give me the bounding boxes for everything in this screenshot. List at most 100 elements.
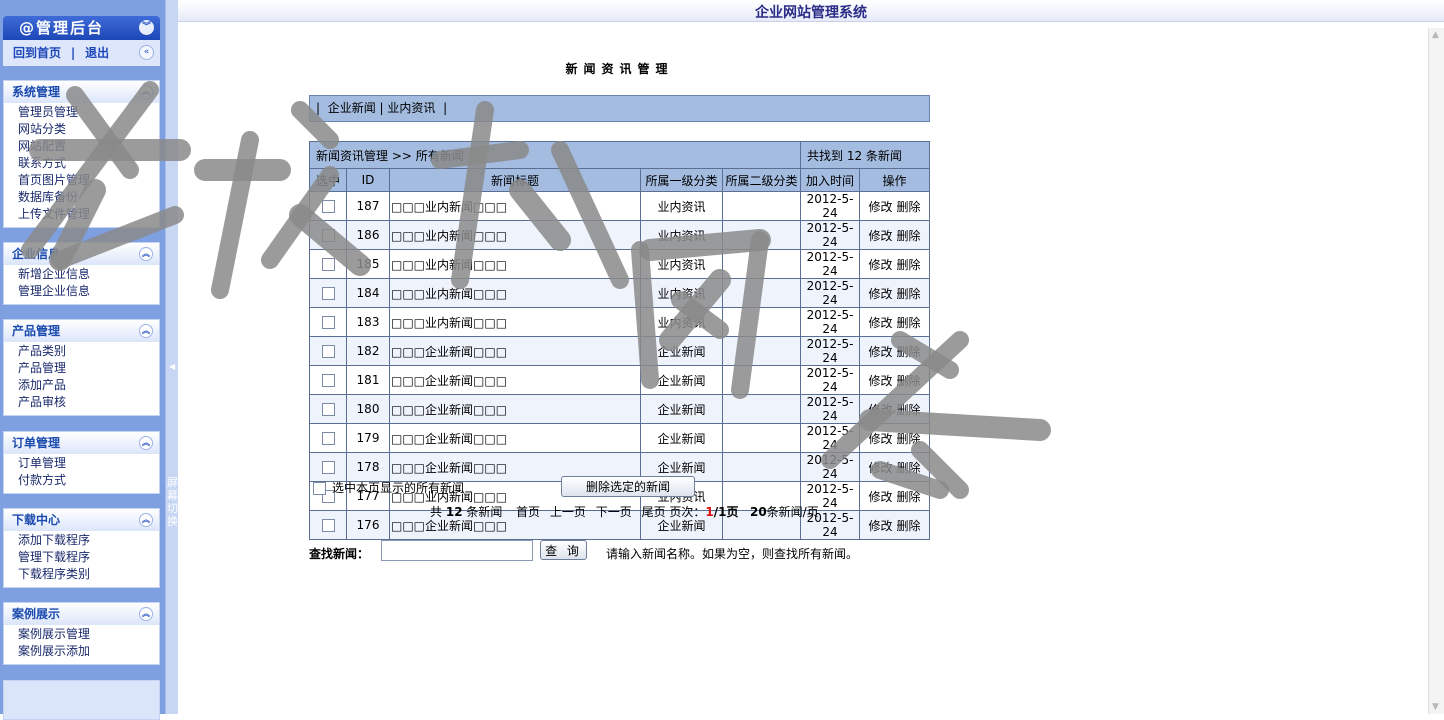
double-chevron-up-icon[interactable]: ︽ [139, 324, 153, 338]
row-checkbox[interactable] [321, 258, 335, 271]
double-chevron-up-icon[interactable]: ︽ [139, 436, 153, 450]
delete-link[interactable]: 删除 [897, 287, 921, 301]
delete-link[interactable]: 删除 [897, 519, 921, 533]
row-checkbox[interactable] [321, 229, 335, 242]
edit-link[interactable]: 修改 [868, 287, 892, 301]
vertical-scrollbar[interactable]: ▲ ▼ [1428, 28, 1444, 714]
edit-link[interactable]: 修改 [868, 403, 892, 417]
search-button[interactable]: 查 询 [540, 540, 587, 560]
home-link[interactable]: 回到首页 [13, 46, 61, 60]
sidebar-item[interactable]: 添加下载程序 [18, 532, 159, 549]
pager-next[interactable]: 下一页 [596, 505, 632, 519]
row-checkbox[interactable] [321, 403, 335, 416]
row-checkbox[interactable] [321, 200, 335, 213]
sidebar-item[interactable]: 案例展示管理 [18, 626, 159, 643]
search-input[interactable] [381, 540, 533, 561]
delete-link[interactable]: 删除 [897, 258, 921, 272]
delete-link[interactable]: 删除 [897, 200, 921, 214]
triangle-left-icon[interactable]: ◀ [169, 362, 175, 371]
edit-link[interactable]: 修改 [868, 345, 892, 359]
row-checkbox[interactable] [321, 461, 335, 474]
row-title[interactable]: □□□业内新闻□□□ [389, 220, 641, 250]
category-link-industry-news[interactable]: 业内资讯 [387, 101, 435, 115]
sidebar-item[interactable]: 首页图片管理 [18, 172, 159, 189]
row-title[interactable]: □□□企业新闻□□□ [389, 365, 641, 395]
row-checkbox[interactable] [321, 287, 335, 300]
row-checkbox[interactable] [321, 316, 335, 329]
delete-link[interactable]: 删除 [897, 403, 921, 417]
row-checkbox[interactable] [321, 432, 335, 445]
sidebar-item[interactable]: 数据库备份 [18, 189, 159, 206]
row-actions: 修改 删除 [859, 220, 930, 250]
edit-link[interactable]: 修改 [868, 316, 892, 330]
category-link-enterprise-news[interactable]: 企业新闻 [328, 101, 376, 115]
edit-link[interactable]: 修改 [868, 519, 892, 533]
edit-link[interactable]: 修改 [868, 374, 892, 388]
sidebar-menu: 企业信息 ︽ 新增企业信息 管理企业信息 [3, 242, 160, 305]
sidebar-menu: 产品管理 ︽ 产品类别 产品管理 添加产品 产品审核 [3, 319, 160, 416]
sidebar-item[interactable]: 案例展示添加 [18, 643, 159, 660]
delete-link[interactable]: 删除 [897, 229, 921, 243]
delete-selected-button[interactable]: 删除选定的新闻 [561, 476, 695, 497]
sidebar-item[interactable]: 订单管理 [18, 455, 159, 472]
delete-link[interactable]: 删除 [897, 461, 921, 475]
sidebar-menu-items: 产品类别 产品管理 添加产品 产品审核 [4, 342, 159, 415]
pager-prev[interactable]: 上一页 [550, 505, 586, 519]
sidebar-menu-header[interactable]: 企业信息 ︽ [4, 243, 159, 265]
sidebar-item[interactable]: 产品类别 [18, 343, 159, 360]
sidebar-item[interactable]: 联系方式 [18, 155, 159, 172]
double-chevron-left-icon[interactable]: « [139, 45, 154, 60]
delete-link[interactable]: 删除 [897, 432, 921, 446]
double-chevron-up-icon[interactable]: ︽ [139, 513, 153, 527]
sidebar-item[interactable]: 管理企业信息 [18, 283, 159, 300]
double-chevron-up-icon[interactable]: ︽ [139, 607, 153, 621]
delete-link[interactable]: 删除 [897, 316, 921, 330]
row-title[interactable]: □□□业内新闻□□□ [389, 249, 641, 279]
sidebar-menu-header[interactable]: 产品管理 ︽ [4, 320, 159, 342]
row-title[interactable]: □□□业内新闻□□□ [389, 191, 641, 221]
row-checkbox[interactable] [321, 374, 335, 387]
sidebar-menu-header[interactable]: 下载中心 ︽ [4, 509, 159, 531]
edit-link[interactable]: 修改 [868, 461, 892, 475]
row-checkbox[interactable] [321, 519, 335, 532]
row-title[interactable]: □□□企业新闻□□□ [389, 423, 641, 453]
sidebar-item[interactable]: 上传文件管理 [18, 206, 159, 223]
row-title[interactable]: □□□业内新闻□□□ [389, 307, 641, 337]
sidebar-item[interactable]: 产品审核 [18, 394, 159, 411]
screen-switch[interactable]: 屏幕切换 [167, 476, 178, 528]
row-title[interactable]: □□□企业新闻□□□ [389, 394, 641, 424]
row-title[interactable]: □□□业内新闻□□□ [389, 278, 641, 308]
edit-link[interactable]: 修改 [868, 200, 892, 214]
sidebar-menu-header[interactable]: 案例展示 ︽ [4, 603, 159, 625]
delete-link[interactable]: 删除 [897, 345, 921, 359]
row-title[interactable]: □□□企业新闻□□□ [389, 336, 641, 366]
sidebar-item[interactable]: 网站配置 [18, 138, 159, 155]
sidebar-item[interactable]: 管理员管理 [18, 104, 159, 121]
scroll-down-icon[interactable]: ▼ [1432, 702, 1439, 712]
edit-link[interactable]: 修改 [868, 229, 892, 243]
edit-link[interactable]: 修改 [868, 432, 892, 446]
pager-first[interactable]: 首页 [516, 505, 540, 519]
sidebar-item[interactable]: 产品管理 [18, 360, 159, 377]
select-all-checkbox[interactable] [313, 482, 326, 495]
scroll-up-icon[interactable]: ▲ [1432, 30, 1439, 40]
row-checkbox[interactable] [321, 345, 335, 358]
edit-link[interactable]: 修改 [868, 490, 892, 504]
double-chevron-down-icon[interactable]: ︾ [139, 20, 154, 35]
sidebar-menu-header[interactable]: 订单管理 ︽ [4, 432, 159, 454]
double-chevron-up-icon[interactable]: ︽ [139, 247, 153, 261]
sidebar-item[interactable]: 付款方式 [18, 472, 159, 489]
sidebar-item[interactable]: 下载程序类别 [18, 566, 159, 583]
edit-link[interactable]: 修改 [868, 258, 892, 272]
frame-splitter[interactable]: ◀ 屏幕切换 [165, 0, 178, 714]
double-chevron-up-icon[interactable]: ︽ [139, 85, 153, 99]
sidebar-item[interactable]: 新增企业信息 [18, 266, 159, 283]
sidebar-item[interactable]: 管理下载程序 [18, 549, 159, 566]
delete-link[interactable]: 删除 [897, 374, 921, 388]
delete-link[interactable]: 删除 [897, 490, 921, 504]
logout-link[interactable]: 退出 [85, 46, 109, 60]
sidebar-item[interactable]: 网站分类 [18, 121, 159, 138]
pager-last[interactable]: 尾页 [642, 505, 666, 519]
sidebar-item[interactable]: 添加产品 [18, 377, 159, 394]
sidebar-menu-header[interactable]: 系统管理 ︽ [4, 81, 159, 103]
